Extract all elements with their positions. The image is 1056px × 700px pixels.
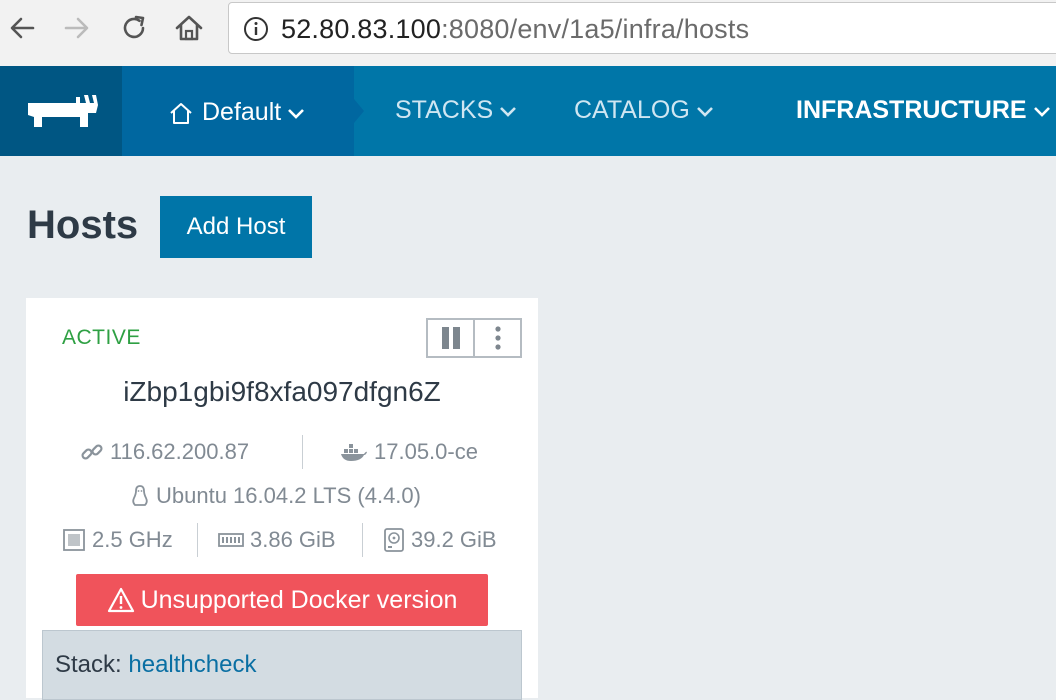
environment-label: Default [202,98,282,126]
host-os-value: Ubuntu 16.04.2 LTS (4.4.0) [156,483,421,508]
host-name[interactable]: iZbp1gbi9f8xfa097dfgn6Z [26,376,538,408]
memory-icon [218,533,244,547]
nav-stacks[interactable]: STACKS [395,96,517,125]
warning-icon [107,587,134,613]
host-state-badge: ACTIVE [62,326,141,349]
rancher-logo-icon [28,95,98,127]
stack-label-row: Stack: healthcheck [55,651,256,679]
divider [362,523,363,557]
cpu-icon [63,529,85,551]
reload-button[interactable] [116,10,152,46]
divider [302,435,303,469]
warning-text: Unsupported Docker version [140,585,458,614]
nav-stacks-label: STACKS [395,96,494,124]
back-icon [10,17,35,39]
home-icon [175,15,203,41]
stack-label: Stack: [55,651,122,678]
stack-link[interactable]: healthcheck [128,651,256,678]
back-button[interactable] [4,10,40,46]
reload-icon [123,15,145,39]
chevron-down-icon [288,108,305,119]
rancher-logo[interactable] [0,66,122,156]
nav-catalog-label: CATALOG [574,96,690,124]
stack-group-header: Stack: healthcheck [42,630,522,700]
host-ip: 116.62.200.87 [80,439,249,465]
house-icon [170,102,192,124]
storage-icon [384,528,404,552]
nav-catalog[interactable]: CATALOG [574,96,714,125]
host-storage-value: 39.2 GiB [411,527,497,552]
forward-button[interactable] [59,10,95,46]
divider [197,523,198,557]
host-memory: 3.86 GiB [218,527,336,553]
app-header: Default STACKS CATALOG INFRASTRUCTURE [0,66,1056,156]
host-cpu: 2.5 GHz [62,527,173,553]
host-card: ACTIVE iZbp1gbi9f8xfa097dfgn6Z 116.62.20… [26,298,538,700]
info-icon [244,17,268,41]
url-path: :8080/env/1a5/infra/hosts [441,14,750,44]
nav-infrastructure-label: INFRASTRUCTURE [796,96,1027,124]
host-actions [426,318,522,358]
page-title: Hosts [27,203,139,247]
environment-arrow [354,99,364,123]
docker-version: 17.05.0-ce [340,439,478,465]
pause-icon [441,327,460,349]
chevron-down-icon [500,106,517,117]
browser-toolbar: 52.80.83.100:8080/env/1a5/infra/hosts [0,0,1056,67]
link-icon [81,444,103,460]
host-cpu-value: 2.5 GHz [92,527,173,552]
forward-icon [64,17,89,39]
docker-version-warning: Unsupported Docker version [76,574,488,626]
more-actions-button[interactable] [473,320,520,356]
site-info-button[interactable] [243,16,269,47]
linux-icon [132,485,148,506]
environment-switcher[interactable]: Default [168,98,305,127]
docker-icon [341,444,367,461]
address-bar[interactable]: 52.80.83.100:8080/env/1a5/infra/hosts [228,2,1056,54]
host-ip-value: 116.62.200.87 [110,439,250,464]
chevron-down-icon [696,106,713,117]
home-button[interactable] [171,10,207,46]
docker-version-value: 17.05.0-ce [374,439,478,464]
host-storage: 39.2 GiB [383,527,497,553]
pause-button[interactable] [428,320,473,356]
chevron-down-icon [1033,106,1050,117]
url-text: 52.80.83.100:8080/env/1a5/infra/hosts [281,14,749,45]
more-vertical-icon [494,326,501,350]
add-host-button[interactable]: Add Host [160,196,312,258]
host-memory-value: 3.86 GiB [250,527,336,552]
url-host: 52.80.83.100 [281,14,442,44]
host-os: Ubuntu 16.04.2 LTS (4.4.0) [130,483,421,509]
nav-infrastructure[interactable]: INFRASTRUCTURE [796,96,1051,125]
